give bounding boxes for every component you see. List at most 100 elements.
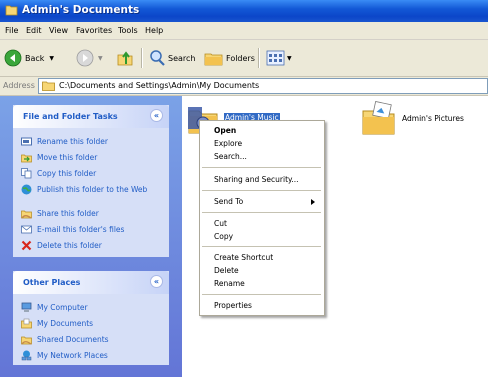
folders-label: Folders [226,53,255,63]
menu-separator [202,190,321,191]
views-icon [266,50,285,66]
task-label: Rename this folder [37,137,108,146]
back-label: Back [25,53,45,63]
menu-tools[interactable]: Tools [118,26,138,35]
documents-icon [21,318,32,329]
panel-title: File and Folder Tasks [23,112,118,121]
task-publish-web[interactable]: Publish this folder to the Web [21,184,151,196]
computer-icon [21,302,32,312]
file-folder-tasks-panel: File and Folder Tasks « Rename this fold… [13,105,169,257]
task-pane: File and Folder Tasks « Rename this fold… [0,96,182,377]
explorer-window: Admin's Documents File Edit View Favorit… [0,0,488,377]
folder-admins-pictures[interactable] [360,100,398,138]
other-places-panel: Other Places « My Computer My Documents … [13,271,169,365]
task-label: Publish this folder to the Web [37,185,148,194]
forward-dropdown-icon[interactable]: ▼ [98,55,103,62]
address-field[interactable]: C:\Documents and Settings\Admin\My Docum… [38,78,488,94]
task-move-folder[interactable]: Move this folder [21,153,97,164]
search-label: Search [168,53,196,63]
menu-item-properties[interactable]: Properties [214,301,252,310]
menu-item-create-shortcut[interactable]: Create Shortcut [214,253,273,262]
forward-button[interactable]: ▼ [76,47,103,69]
email-icon [21,225,32,234]
menu-item-rename[interactable]: Rename [214,279,245,288]
menu-bar: File Edit View Favorites Tools Help [0,22,488,40]
shared-folder-icon [21,336,32,345]
address-label: Address [3,81,35,90]
back-dropdown-icon[interactable]: ▼ [49,55,54,62]
folders-icon [204,53,223,66]
back-arrow-icon [4,49,22,67]
task-rename-folder[interactable]: Rename this folder [21,137,108,148]
menu-file[interactable]: File [5,26,18,35]
place-shared-documents[interactable]: Shared Documents [21,335,109,346]
folder-icon [5,5,18,16]
toolbar: Back ▼ ▼ Search Folders ▼ [0,40,488,77]
toolbar-separator [141,48,143,68]
up-folder-button[interactable] [116,47,134,69]
panel-header[interactable]: File and Folder Tasks « [13,105,169,128]
menu-edit[interactable]: Edit [26,26,42,35]
place-my-computer[interactable]: My Computer [21,302,88,314]
address-bar: Address C:\Documents and Settings\Admin\… [0,77,488,96]
panel-title: Other Places [23,278,81,287]
task-label: Move this folder [37,153,98,162]
place-label: My Documents [37,319,94,328]
menu-item-open[interactable]: Open [214,126,236,135]
menu-separator [202,167,321,168]
pictures-folder-icon [362,101,395,135]
move-icon [21,154,32,163]
folders-button[interactable]: Folders [204,47,255,69]
context-menu: Open Explore Search... Sharing and Secur… [199,120,325,316]
menu-item-search[interactable]: Search... [214,152,247,161]
menu-item-copy[interactable]: Copy [214,232,233,241]
task-label: Share this folder [37,209,99,218]
window-title: Admin's Documents [22,4,140,16]
task-copy-folder[interactable]: Copy this folder [21,168,97,180]
place-label: My Network Places [37,351,108,360]
menu-favorites[interactable]: Favorites [76,26,112,35]
menu-separator [202,294,321,295]
place-my-documents[interactable]: My Documents [21,318,94,330]
views-dropdown-icon[interactable]: ▼ [287,55,292,62]
task-label: Copy this folder [37,169,97,178]
copy-icon [21,168,32,179]
search-icon [150,50,165,66]
share-icon [21,210,32,219]
menu-item-cut[interactable]: Cut [214,219,227,228]
place-label: Shared Documents [37,335,109,344]
title-bar[interactable]: Admin's Documents [0,0,488,22]
place-label: My Computer [37,303,88,312]
address-path: C:\Documents and Settings\Admin\My Docum… [59,81,260,90]
menu-help[interactable]: Help [145,26,163,35]
folder-icon [42,81,55,91]
menu-item-send-to[interactable]: Send To [214,197,243,206]
rename-icon [21,137,32,146]
collapse-chevron-icon[interactable]: « [150,109,163,122]
views-button[interactable]: ▼ [266,47,292,69]
up-folder-icon [117,51,133,66]
task-label: E-mail this folder's files [37,225,125,234]
folder-label[interactable]: Admin's Pictures [402,114,464,123]
menu-view[interactable]: View [49,26,68,35]
search-button[interactable]: Search [148,47,195,69]
menu-item-sharing-security[interactable]: Sharing and Security... [214,175,299,184]
back-button[interactable]: Back ▼ [4,47,54,69]
menu-item-delete[interactable]: Delete [214,266,239,275]
place-my-network[interactable]: My Network Places [21,350,108,362]
task-email-files[interactable]: E-mail this folder's files [21,225,124,236]
delete-icon [21,240,32,251]
task-share-folder[interactable]: Share this folder [21,209,99,220]
task-delete-folder[interactable]: Delete this folder [21,240,102,252]
collapse-chevron-icon[interactable]: « [150,275,163,288]
task-label: Delete this folder [37,241,102,250]
toolbar-separator [258,48,260,68]
submenu-arrow-icon [311,199,315,205]
menu-item-explore[interactable]: Explore [214,139,242,148]
menu-separator [202,212,321,213]
publish-icon [21,184,32,195]
panel-header[interactable]: Other Places « [13,271,169,294]
forward-arrow-icon [76,49,94,67]
menu-separator [202,246,321,247]
network-icon [21,350,32,361]
